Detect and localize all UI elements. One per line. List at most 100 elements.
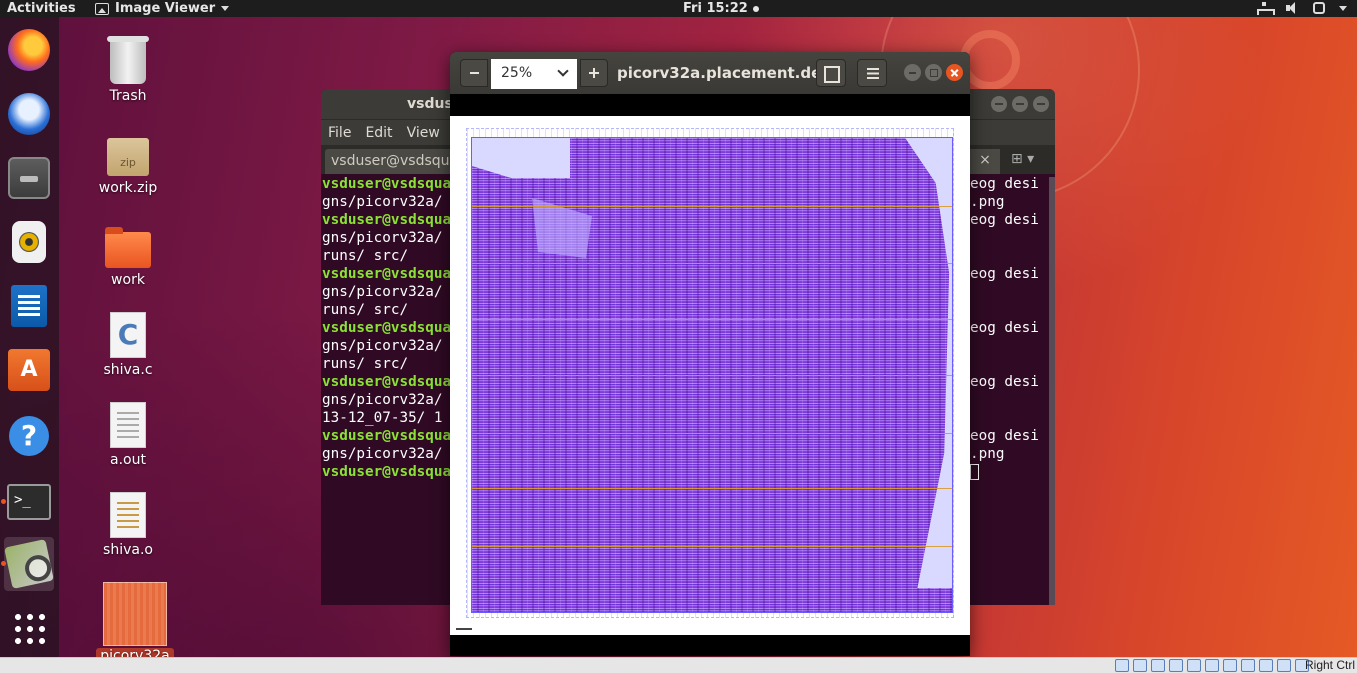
dock-item-image-viewer[interactable] xyxy=(1,537,54,591)
terminal-line: eog desi xyxy=(970,428,1039,444)
chevron-down-icon xyxy=(221,6,230,11)
minimize-button[interactable] xyxy=(904,64,921,81)
desktop-icon-shiva-c[interactable]: C shiva.c xyxy=(88,312,168,378)
host-key-label: Right Ctrl xyxy=(1304,658,1355,672)
dock-item-help[interactable]: ? xyxy=(4,409,54,463)
desktop-icon-label: Trash xyxy=(109,88,147,104)
desktop-icon-work-zip[interactable]: zip work.zip xyxy=(88,138,168,196)
app-menu-label: Image Viewer xyxy=(115,1,216,16)
display-icon[interactable] xyxy=(1223,659,1237,672)
help-icon: ? xyxy=(9,416,49,456)
desktop-icon-label: work xyxy=(111,272,145,288)
dock-item-firefox[interactable] xyxy=(4,23,54,77)
terminal-line: vsduser@vsdsqua xyxy=(322,464,450,480)
network-adapter-icon[interactable] xyxy=(1169,659,1183,672)
activities-button[interactable]: Activities xyxy=(7,0,76,17)
desktop-icon-trash[interactable]: Trash xyxy=(88,36,168,104)
terminal-output-left[interactable]: vsduser@vsdsqua gns/picorv32a/vsduser@vsd… xyxy=(322,175,450,481)
zoom-in-button[interactable] xyxy=(580,59,608,87)
terminal-line: vsduser@vsdsqua xyxy=(322,266,450,282)
hamburger-menu-button[interactable] xyxy=(857,59,887,87)
dock-item-software[interactable] xyxy=(4,343,54,397)
video-capture-icon[interactable] xyxy=(1241,659,1255,672)
usb-icon[interactable] xyxy=(1187,659,1201,672)
dock-item-rhythmbox[interactable] xyxy=(4,215,54,269)
zoom-level-select[interactable]: 25% xyxy=(491,59,577,89)
power-rail xyxy=(472,488,952,489)
menu-view[interactable]: View xyxy=(407,125,440,141)
image-canvas[interactable] xyxy=(450,94,970,656)
terminal-window-controls xyxy=(991,96,1049,112)
tab-close-button[interactable]: × xyxy=(970,149,1000,174)
rhythmbox-icon xyxy=(12,221,46,263)
fullscreen-button[interactable] xyxy=(816,59,846,87)
dock-item-terminal[interactable]: >_ xyxy=(1,475,54,529)
folder-icon xyxy=(105,227,151,268)
dock-item-files[interactable] xyxy=(4,151,54,205)
menu-edit[interactable]: Edit xyxy=(365,125,392,141)
desktop-icon-a-out[interactable]: a.out xyxy=(88,402,168,468)
running-indicator xyxy=(1,561,6,566)
image-viewer-window[interactable]: 25% picorv32a.placement.def... xyxy=(450,52,970,656)
empty-region xyxy=(472,138,570,178)
clock[interactable]: Fri 15:22 xyxy=(683,0,759,17)
macro-region xyxy=(532,198,592,258)
maximize-button[interactable] xyxy=(925,64,942,81)
power-rail xyxy=(472,546,952,547)
grid-icon xyxy=(12,611,46,645)
cpu-icon[interactable] xyxy=(1259,659,1273,672)
terminal-line: eog desi xyxy=(970,320,1039,336)
desktop-icon-picorv32a[interactable]: picorv32a xyxy=(95,582,175,664)
dock-item-writer[interactable] xyxy=(4,279,54,333)
notification-dot-icon xyxy=(752,5,759,12)
menu-file[interactable]: File xyxy=(328,125,351,141)
terminal-line: vsduser@vsdsqua xyxy=(322,212,450,228)
terminal-line: gns/picorv32a/ xyxy=(322,446,443,462)
terminal-scrollbar[interactable] xyxy=(1049,177,1055,605)
terminal-line: runs/ src/ xyxy=(322,248,409,264)
dock-item-thunderbird[interactable] xyxy=(4,87,54,141)
viewer-headerbar[interactable]: 25% picorv32a.placement.def... xyxy=(450,52,970,94)
desktop-icon-work-folder[interactable]: work xyxy=(88,227,168,288)
placement-layout-image xyxy=(450,116,970,635)
power-rail xyxy=(472,375,952,376)
harddisk-icon[interactable] xyxy=(1115,659,1129,672)
mouse-integration-icon[interactable] xyxy=(1277,659,1291,672)
shared-folder-icon[interactable] xyxy=(1205,659,1219,672)
terminal-output-right[interactable]: eog desi .png eog desi eog desi eog desi e… xyxy=(970,175,1050,481)
minimize-button[interactable] xyxy=(991,96,1007,112)
power-icon xyxy=(1313,2,1325,14)
desktop-icon-label: a.out xyxy=(110,452,146,468)
image-viewer-icon xyxy=(4,539,54,589)
terminal-icon: >_ xyxy=(7,484,51,520)
terminal-line: .png xyxy=(970,194,1005,210)
dock: ? >_ xyxy=(0,17,59,657)
terminal-line: vsduser@vsdsqua xyxy=(322,320,450,336)
desktop-icon-shiva-o[interactable]: shiva.o xyxy=(88,492,168,558)
scale-bar xyxy=(456,628,472,630)
zip-icon: zip xyxy=(107,138,149,176)
clock-label: Fri 15:22 xyxy=(683,1,748,16)
show-applications-button[interactable] xyxy=(4,601,54,655)
system-tray[interactable] xyxy=(1257,2,1347,15)
document-icon xyxy=(110,402,146,448)
terminal-line: .png xyxy=(970,446,1005,462)
close-button[interactable] xyxy=(946,64,963,81)
close-button[interactable] xyxy=(1033,96,1049,112)
new-tab-icon[interactable]: ⊞ ▾ xyxy=(1011,151,1034,167)
audio-icon[interactable] xyxy=(1151,659,1165,672)
app-menu[interactable]: Image Viewer xyxy=(95,0,230,17)
vm-status-bar: Right Ctrl xyxy=(0,657,1357,673)
zoom-out-button[interactable] xyxy=(460,59,488,87)
maximize-button[interactable] xyxy=(1012,96,1028,112)
viewer-title: picorv32a.placement.def... xyxy=(617,64,845,82)
chevron-down-icon xyxy=(1339,5,1347,11)
optical-drive-icon[interactable] xyxy=(1133,659,1147,672)
terminal-line: gns/picorv32a/ xyxy=(322,284,443,300)
terminal-tab[interactable]: vsduser@vsdsqua xyxy=(325,149,465,174)
